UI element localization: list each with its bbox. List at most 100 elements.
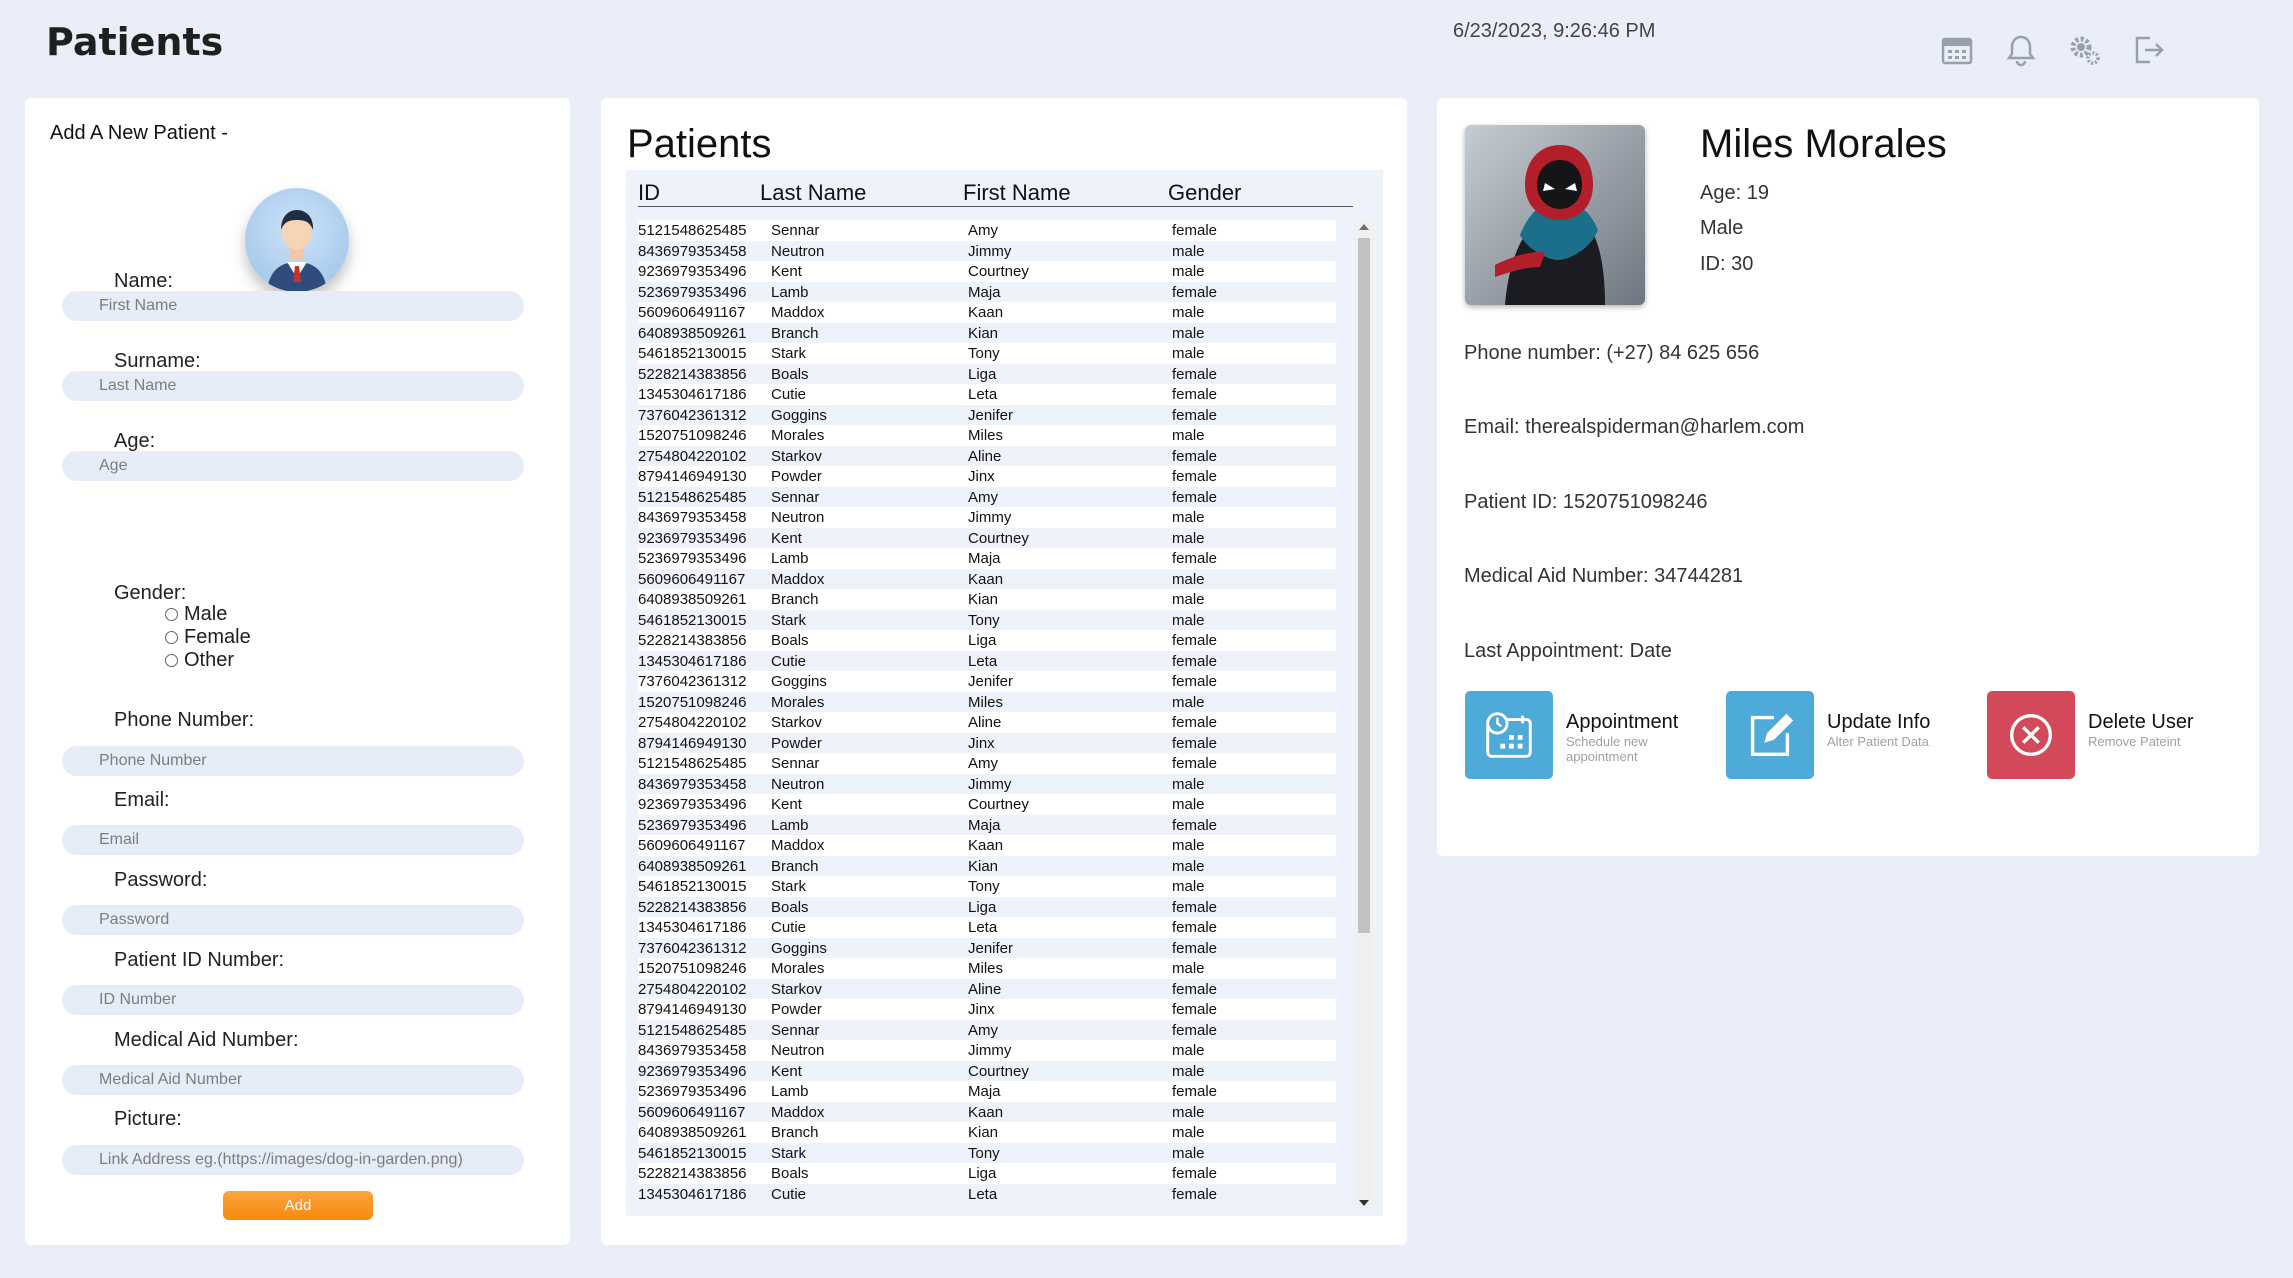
table-row[interactable]: 5228214383856 Boals Liga female [638,896,1336,917]
patient-id-input[interactable] [62,985,524,1015]
table-cell: Boals [771,898,809,916]
table-row[interactable]: 5461852130015 Stark Tony male [638,609,1336,630]
column-header-id[interactable]: ID [638,180,660,206]
column-header-gender[interactable]: Gender [1168,180,1241,206]
gender-option-female[interactable]: Female [165,626,251,649]
table-row[interactable]: 7376042361312 Goggins Jenifer female [638,404,1336,425]
table-row[interactable]: 2754804220102 Starkov Aline female [638,445,1336,466]
table-row[interactable]: 9236979353496 Kent Courtney male [638,261,1336,282]
table-cell: 2754804220102 [638,980,747,998]
table-row[interactable]: 5461852130015 Stark Tony male [638,343,1336,364]
table-cell: female [1172,1021,1218,1039]
table-row[interactable]: 9236979353496 Kent Courtney male [638,794,1336,815]
table-row[interactable]: 5236979353496 Lamb Maja female [638,548,1336,569]
table-row[interactable]: 8436979353458 Neutron Jimmy male [638,240,1336,261]
table-row[interactable]: 8794146949130 Powder Jinx female [638,732,1336,753]
table-row[interactable]: 5121548625485 Sennar Amy female [638,1019,1336,1040]
close-circle-icon[interactable] [1987,691,2075,779]
table-cell: 5461852130015 [638,1144,747,1162]
calendar-clock-icon[interactable] [1465,691,1553,779]
table-row[interactable]: 5236979353496 Lamb Maja female [638,814,1336,835]
scroll-thumb[interactable] [1358,238,1370,933]
last-name-input[interactable] [62,371,524,401]
table-row[interactable]: 8436979353458 Neutron Jimmy male [638,773,1336,794]
table-row[interactable]: 5228214383856 Boals Liga female [638,630,1336,651]
scrollbar[interactable] [1355,220,1373,1210]
table-cell: Maja [968,550,1001,567]
patient-record-id: ID: 30 [1700,253,1754,275]
table-row[interactable]: 6408938509261 Branch Kian male [638,589,1336,610]
medical-aid-input[interactable] [62,1065,524,1095]
delete-user-button[interactable]: Delete User Remove Pateint [1987,691,2198,779]
edit-icon[interactable] [1726,691,1814,779]
gender-option-other[interactable]: Other [165,649,234,672]
update-info-button[interactable]: Update Info Alter Patient Data [1726,691,1937,779]
scroll-down-icon[interactable] [1359,1200,1369,1206]
table-cell: Kian [968,591,999,608]
table-row[interactable]: 5228214383856 Boals Liga female [638,1163,1336,1184]
table-row[interactable]: 5121548625485 Sennar Amy female [638,486,1336,507]
appointment-button[interactable]: Appointment Schedule new appointment [1465,691,1678,779]
table-row[interactable]: 9236979353496 Kent Courtney male [638,1060,1336,1081]
table-row[interactable]: 1520751098246 Morales Miles male [638,425,1336,446]
table-row[interactable]: 2754804220102 Starkov Aline female [638,712,1336,733]
table-row[interactable]: 7376042361312 Goggins Jenifer female [638,937,1336,958]
table-row[interactable]: 2754804220102 Starkov Aline female [638,978,1336,999]
table-row[interactable]: 5461852130015 Stark Tony male [638,1142,1336,1163]
table-cell: 1345304617186 [638,652,747,670]
column-header-first-name[interactable]: First Name [963,180,1071,206]
table-row[interactable]: 5228214383856 Boals Liga female [638,363,1336,384]
radio-button[interactable] [165,654,178,667]
table-row[interactable]: 1345304617186 Cutie Leta female [638,384,1336,405]
table-row[interactable]: 1345304617186 Cutie Leta female [638,650,1336,671]
gears-icon[interactable] [2068,30,2102,70]
gender-option-male[interactable]: Male [165,603,227,626]
table-row[interactable]: 5121548625485 Sennar Amy female [638,220,1336,241]
table-row[interactable]: 6408938509261 Branch Kian male [638,855,1336,876]
table-row[interactable]: 8436979353458 Neutron Jimmy male [638,1040,1336,1061]
table-row[interactable]: 8794146949130 Powder Jinx female [638,466,1336,487]
email-input[interactable] [62,825,524,855]
table-row[interactable]: 1520751098246 Morales Miles male [638,958,1336,979]
table-row[interactable]: 5609606491167 Maddox Kaan male [638,302,1336,323]
table-row[interactable]: 5609606491167 Maddox Kaan male [638,568,1336,589]
scroll-up-icon[interactable] [1359,224,1369,230]
table-cell: Cutie [771,919,807,936]
patient-medical-aid: Medical Aid Number: 34744281 [1464,565,1744,587]
table-row[interactable]: 1520751098246 Morales Miles male [638,691,1336,712]
bell-icon[interactable] [2004,30,2038,70]
table-row[interactable]: 5236979353496 Lamb Maja female [638,1081,1336,1102]
add-button[interactable]: Add [223,1191,373,1220]
picture-url-input[interactable] [62,1145,524,1175]
table-row[interactable]: 5609606491167 Maddox Kaan male [638,835,1336,856]
table-cell: Jimmy [968,509,1012,526]
table-cell: 5609606491167 [638,1103,746,1121]
column-header-last-name[interactable]: Last Name [760,180,866,206]
action-label: Update Info [1827,711,1931,733]
table-row[interactable]: 1345304617186 Cutie Leta female [638,1183,1336,1204]
table-cell: 7376042361312 [638,939,747,957]
calendar-icon[interactable] [1940,30,1974,70]
first-name-input[interactable] [62,291,524,321]
table-row[interactable]: 5609606491167 Maddox Kaan male [638,1101,1336,1122]
age-input[interactable] [62,451,524,481]
table-cell: 9236979353496 [638,263,747,280]
password-input[interactable] [62,905,524,935]
table-row[interactable]: 5461852130015 Stark Tony male [638,876,1336,897]
table-row[interactable]: 5121548625485 Sennar Amy female [638,753,1336,774]
phone-input[interactable] [62,746,524,776]
table-cell: female [1172,939,1218,957]
table-row[interactable]: 7376042361312 Goggins Jenifer female [638,671,1336,692]
radio-button[interactable] [165,631,178,644]
table-row[interactable]: 8794146949130 Powder Jinx female [638,999,1336,1020]
table-cell: Kent [771,529,802,547]
table-row[interactable]: 9236979353496 Kent Courtney male [638,527,1336,548]
table-row[interactable]: 6408938509261 Branch Kian male [638,1122,1336,1143]
radio-button[interactable] [165,608,178,621]
table-row[interactable]: 6408938509261 Branch Kian male [638,322,1336,343]
patients-list-panel: Patients ID Last Name First Name Gender … [601,98,1407,1245]
table-row[interactable]: 5236979353496 Lamb Maja female [638,281,1336,302]
logout-icon[interactable] [2132,30,2166,70]
table-row[interactable]: 8436979353458 Neutron Jimmy male [638,507,1336,528]
table-row[interactable]: 1345304617186 Cutie Leta female [638,917,1336,938]
